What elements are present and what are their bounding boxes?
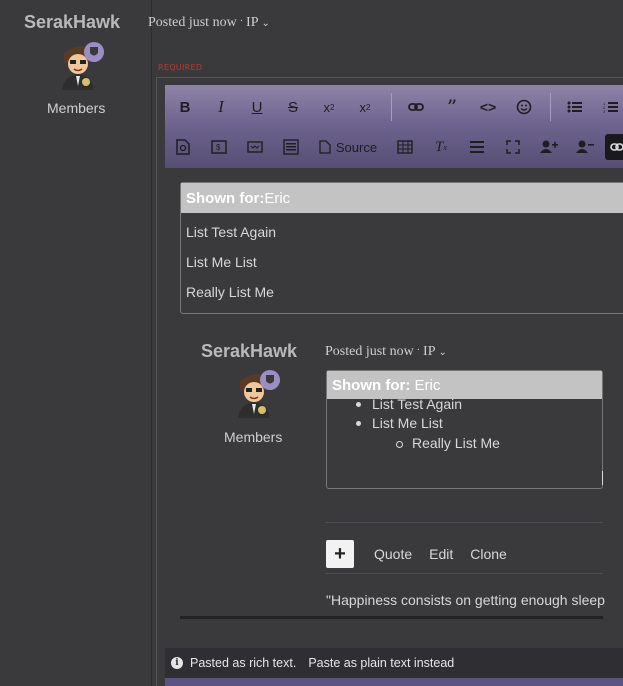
- source-button[interactable]: Source: [311, 134, 385, 160]
- editor-toolbar: B I U S x2 x2 ” <> 1 2 3 $ Source T x: [165, 85, 623, 168]
- spoiler-heading-label: Shown for:: [186, 189, 265, 207]
- fullscreen-icon[interactable]: [497, 134, 529, 160]
- preview-icon[interactable]: [167, 134, 199, 160]
- list-item: List Me List: [186, 254, 257, 270]
- bullet-list-icon[interactable]: [559, 94, 591, 120]
- editor-body[interactable]: B I U S x2 x2 ” <> 1 2 3 $ Source T x Sh…: [165, 85, 623, 686]
- chevron-down-icon[interactable]: ⌄: [261, 18, 269, 29]
- toolbar-row-1: B I U S x2 x2 ” <> 1 2 3: [165, 87, 623, 127]
- nested-spoiler-box[interactable]: Shown for: Eric List Test Again List Me …: [326, 370, 603, 489]
- chevron-down-icon[interactable]: ⌄: [438, 347, 446, 358]
- code-icon[interactable]: <>: [472, 94, 504, 120]
- nested-spoiler-heading-label: Shown for:: [332, 376, 411, 394]
- strikethrough-icon[interactable]: S: [277, 94, 309, 120]
- nested-post-meta: Posted just now · IP ⌄: [325, 344, 447, 360]
- add-user-icon[interactable]: [533, 134, 565, 160]
- clone-button[interactable]: Clone: [470, 546, 507, 562]
- nested-posted-time[interactable]: Posted just now: [325, 344, 414, 359]
- meta-separator: ·: [239, 16, 244, 27]
- nested-spoiler-heading-value: Eric: [414, 376, 441, 394]
- quote-button[interactable]: Quote: [374, 546, 412, 562]
- required-label: REQUIRED: [158, 63, 203, 72]
- embed-icon[interactable]: [239, 134, 271, 160]
- remove-format-icon[interactable]: Tx: [425, 134, 457, 160]
- add-button[interactable]: +: [326, 540, 354, 568]
- ip-link[interactable]: IP: [246, 15, 258, 30]
- spoiler-icon[interactable]: $: [203, 134, 235, 160]
- italic-icon[interactable]: I: [205, 94, 237, 120]
- list-item: Really List Me: [186, 284, 274, 300]
- remove-user-icon[interactable]: [569, 134, 601, 160]
- nested-spoiler-heading: Shown for: Eric: [327, 371, 602, 399]
- divider: [325, 522, 603, 523]
- meta-separator: ·: [416, 345, 421, 356]
- horizontal-rule: [180, 616, 603, 619]
- bold-icon[interactable]: B: [169, 94, 201, 120]
- toolbar-row-2: $ Source Tx: [165, 127, 623, 167]
- quote-icon[interactable]: ”: [436, 94, 468, 120]
- link-icon[interactable]: [400, 94, 432, 120]
- avatar[interactable]: [56, 40, 108, 92]
- posted-time[interactable]: Posted just now: [148, 15, 237, 30]
- paste-notification: i Pasted as rich text. Paste as plain te…: [165, 648, 623, 678]
- divider: [325, 573, 603, 574]
- paste-plain-text-link[interactable]: Paste as plain text instead: [308, 656, 454, 670]
- signature-quote: "Happiness consists on getting enough sl…: [326, 592, 605, 608]
- nested-author-role: Members: [224, 429, 283, 445]
- horizontal-rule-icon[interactable]: [461, 134, 493, 160]
- nested-ip-link[interactable]: IP: [423, 344, 435, 359]
- source-icon: [319, 140, 331, 154]
- list-item: List Test Again: [355, 396, 463, 412]
- toolbar-separator: [391, 93, 392, 121]
- post-meta: Posted just now · IP ⌄: [148, 15, 270, 31]
- superscript-icon[interactable]: x2: [349, 94, 381, 120]
- nested-avatar[interactable]: [232, 368, 284, 420]
- toolbar-separator: [550, 93, 551, 121]
- author-role: Members: [47, 100, 106, 116]
- spoiler-box[interactable]: Shown for: Eric List Test Again List Me L…: [180, 182, 623, 314]
- info-icon: i: [171, 657, 183, 669]
- rich-text-editor: B I U S x2 x2 ” <> 1 2 3 $ Source T x Sh…: [156, 77, 623, 686]
- svg-text:$: $: [216, 143, 221, 152]
- spoiler-heading: Shown for: Eric: [181, 183, 623, 213]
- emoji-icon[interactable]: [508, 94, 540, 120]
- author-panel: SerakHawk Members: [0, 0, 152, 686]
- text-caret: [602, 471, 603, 485]
- edit-button[interactable]: Edit: [429, 546, 453, 562]
- subscript-icon[interactable]: x2: [313, 94, 345, 120]
- spoiler-heading-value: Eric: [264, 189, 291, 207]
- svg-text:3: 3: [603, 109, 606, 113]
- table-icon[interactable]: [389, 134, 421, 160]
- numbered-list-icon[interactable]: 123: [595, 94, 623, 120]
- list-item-nested: Really List Me: [396, 435, 500, 451]
- nested-author-name[interactable]: SerakHawk: [201, 341, 297, 362]
- list-item: List Me List: [356, 415, 443, 431]
- link-dark-icon[interactable]: [605, 134, 623, 160]
- source-label: Source: [335, 139, 378, 155]
- author-name[interactable]: SerakHawk: [24, 12, 120, 33]
- template-icon[interactable]: [275, 134, 307, 160]
- paste-message: Pasted as rich text.: [190, 656, 297, 670]
- underline-icon[interactable]: U: [241, 94, 273, 120]
- editor-footer: [165, 678, 623, 686]
- list-item: List Test Again: [186, 224, 277, 240]
- post-controls: + Quote Edit Clone: [326, 540, 524, 568]
